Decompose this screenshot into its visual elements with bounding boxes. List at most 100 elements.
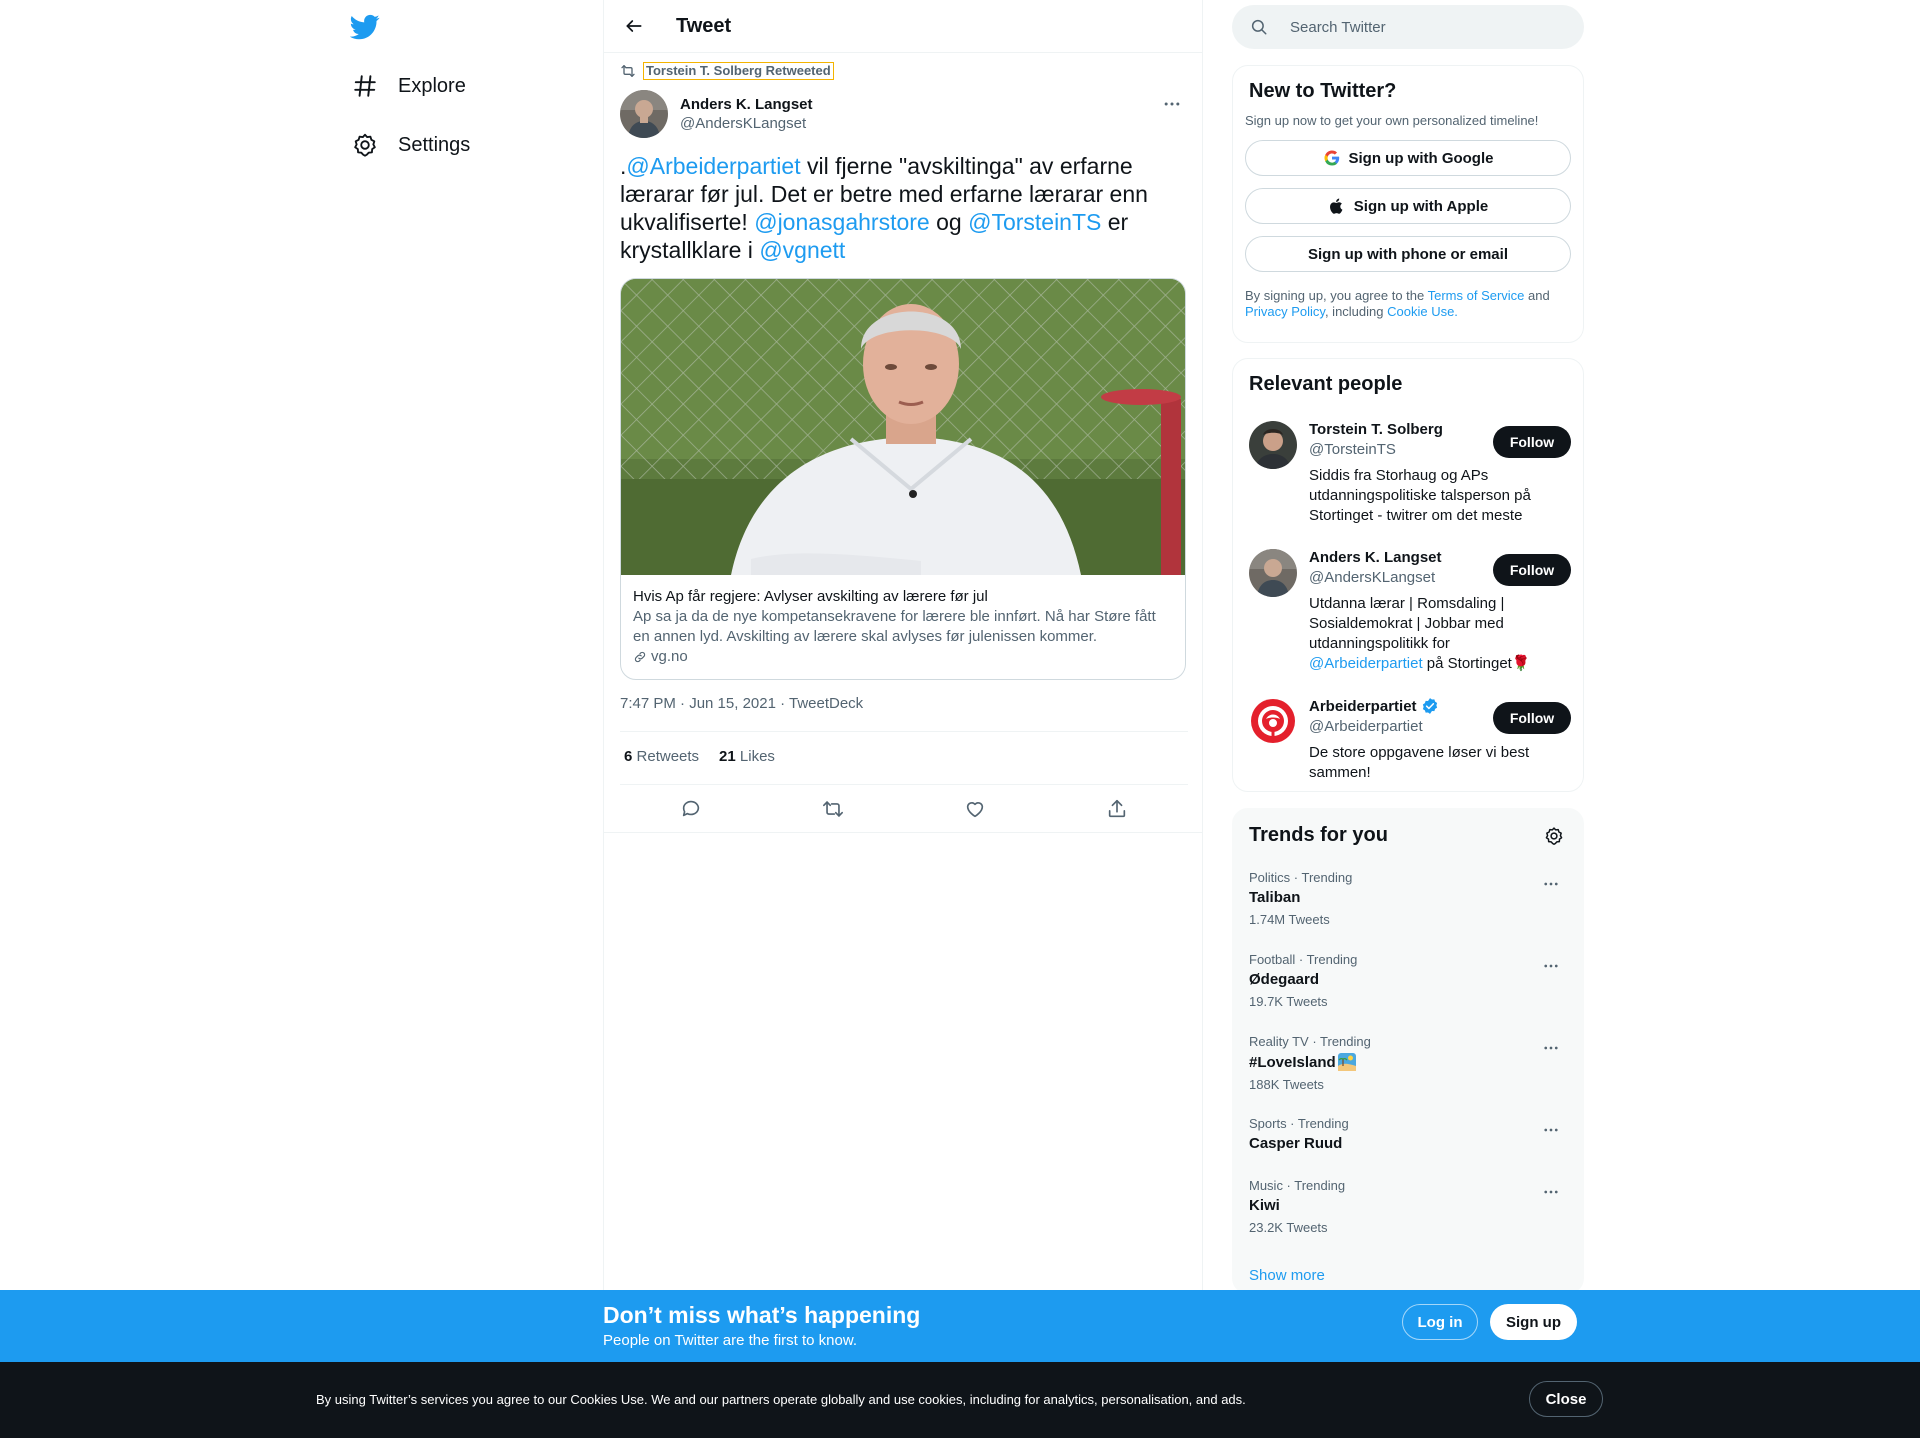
trend-name: Ødegaard (1249, 971, 1320, 988)
trends-panel: Trends for you Politics · Trending Talib… (1232, 808, 1584, 1294)
login-button[interactable]: Log in (1402, 1304, 1478, 1340)
trend-more-button[interactable] (1539, 874, 1563, 894)
share-button[interactable] (1100, 792, 1134, 826)
search-input[interactable]: Search Twitter (1232, 5, 1584, 49)
signup-phone-button[interactable]: Sign up with phone or email (1245, 236, 1571, 272)
tweet-text-segment: og (929, 209, 969, 235)
avatar[interactable] (620, 90, 668, 138)
person-bio: Utdanna lærar | Romsdaling | Sosialdemok… (1309, 594, 1541, 674)
search-icon (1250, 18, 1268, 36)
trend-item[interactable]: Politics · Trending Taliban 1.74M Tweets (1249, 870, 1569, 927)
page-header: Tweet (604, 0, 1202, 53)
more-horizontal-icon (1162, 94, 1182, 114)
trend-count: 188K Tweets (1249, 1077, 1324, 1092)
mention-link[interactable]: @TorsteinTS (968, 209, 1101, 235)
divider (620, 731, 1188, 732)
trend-meta: Football · Trending (1249, 952, 1358, 967)
terms-link[interactable]: Terms of Service (1428, 288, 1525, 303)
apple-icon (1328, 197, 1346, 215)
signup-google-label: Sign up with Google (1348, 149, 1494, 167)
author-name[interactable]: Anders K. Langset (680, 96, 813, 113)
cookie-link[interactable]: Cookie Use. (1387, 304, 1458, 319)
likes-stat[interactable]: 21 Likes (719, 748, 775, 765)
cookie-banner: By using Twitter’s services you agree to… (0, 1362, 1920, 1438)
hashtag-icon (352, 73, 378, 99)
tweet-timestamp[interactable]: 7:47 PM · Jun 15, 2021 · TweetDeck (620, 695, 863, 712)
google-icon (1323, 149, 1341, 167)
card-title: Hvis Ap får regjere: Avlyser avskilting … (633, 588, 988, 605)
left-navigation: Explore Settings (340, 0, 604, 1290)
tweet-text: .@Arbeiderpartiet vil fjerne "avskilting… (620, 152, 1180, 264)
show-more-link[interactable]: Show more (1249, 1267, 1325, 1284)
trend-item[interactable]: Sports · Trending Casper Ruud (1249, 1116, 1569, 1152)
nav-settings-label: Settings (398, 133, 471, 156)
card-domain-text: vg.no (651, 648, 688, 665)
page-title: Tweet (676, 14, 732, 37)
tweet-more-button[interactable] (1158, 92, 1186, 116)
verified-badge-icon (1421, 697, 1439, 715)
more-horizontal-icon (1542, 1121, 1560, 1139)
more-horizontal-icon (1542, 875, 1560, 893)
signup-title: New to Twitter? (1249, 80, 1397, 102)
mention-link[interactable]: @Arbeiderpartiet (626, 153, 800, 179)
trend-more-button[interactable] (1539, 1120, 1563, 1140)
arrow-left-icon (624, 16, 644, 36)
link-icon (633, 650, 647, 664)
trend-name: Taliban (1249, 889, 1301, 906)
share-icon (1106, 798, 1128, 820)
author-handle[interactable]: @AndersKLangset (680, 115, 813, 132)
gear-icon (352, 132, 378, 158)
trend-meta: Music · Trending (1249, 1178, 1346, 1193)
retweet-context: Torstein T. Solberg Retweeted (620, 62, 834, 80)
retweets-stat[interactable]: 6 Retweets (624, 748, 699, 765)
link-preview-card[interactable]: Hvis Ap får regjere: Avlyser avskilting … (620, 278, 1186, 680)
person-bio: Siddis fra Storhaug og APs utdanningspol… (1309, 467, 1531, 524)
privacy-link[interactable]: Privacy Policy (1245, 304, 1325, 319)
trend-more-button[interactable] (1539, 1182, 1563, 1202)
follow-button[interactable]: Follow (1493, 702, 1571, 734)
trends-settings-button[interactable] (1541, 823, 1567, 849)
follow-button[interactable]: Follow (1493, 426, 1571, 458)
tweet-author[interactable]: Anders K. Langset @AndersKLangset (620, 90, 813, 138)
legal-text: and (1524, 288, 1550, 303)
avatar[interactable] (1249, 697, 1297, 745)
nav-explore[interactable]: Explore (352, 66, 466, 106)
signup-apple-button[interactable]: Sign up with Apple (1245, 188, 1571, 224)
like-button[interactable] (958, 792, 992, 826)
nav-settings[interactable]: Settings (352, 125, 470, 165)
trend-more-button[interactable] (1539, 956, 1563, 976)
person-bio: De store oppgavene løser vi best sammen! (1309, 744, 1530, 781)
promo-title: Don’t miss what’s happening (603, 1302, 921, 1328)
retweet-icon (620, 63, 636, 79)
avatar[interactable] (1249, 421, 1297, 469)
reply-button[interactable] (674, 792, 708, 826)
retweet-button[interactable] (816, 792, 850, 826)
trend-name: #LoveIsland (1249, 1053, 1569, 1071)
tweet-actions (620, 790, 1188, 828)
retweeted-by-link[interactable]: Torstein T. Solberg Retweeted (643, 62, 834, 80)
trend-item[interactable]: Reality TV · Trending #LoveIsland 188K T… (1249, 1034, 1569, 1092)
trend-more-button[interactable] (1539, 1038, 1563, 1058)
legal-text: By signing up, you agree to the (1245, 288, 1428, 303)
main-column: Tweet Torstein T. Solberg Retweeted Ande… (603, 0, 1203, 1290)
trend-name: Kiwi (1249, 1197, 1280, 1214)
cookie-close-button[interactable]: Close (1529, 1381, 1603, 1417)
reply-icon (680, 798, 702, 820)
trend-item[interactable]: Music · Trending Kiwi 23.2K Tweets (1249, 1178, 1569, 1235)
follow-button[interactable]: Follow (1493, 554, 1571, 586)
trend-item[interactable]: Football · Trending Ødegaard 19.7K Tweet… (1249, 952, 1569, 1009)
card-domain: vg.no (633, 647, 1173, 667)
signup-google-button[interactable]: Sign up with Google (1245, 140, 1571, 176)
twitter-bird-icon[interactable] (350, 12, 380, 42)
mention-link[interactable]: @jonasgahrstore (754, 209, 930, 235)
mention-link[interactable]: @vgnett (759, 237, 845, 263)
promo-subtitle: People on Twitter are the first to know. (603, 1332, 858, 1349)
trend-name-text: #LoveIsland (1249, 1053, 1336, 1071)
signup-button[interactable]: Sign up (1490, 1304, 1577, 1340)
trend-meta: Politics · Trending (1249, 870, 1353, 885)
back-button[interactable] (616, 8, 652, 44)
card-description: Ap sa ja da de nye kompetansekravene for… (633, 608, 1156, 645)
trend-count: 23.2K Tweets (1249, 1220, 1328, 1235)
mention-link[interactable]: @Arbeiderpartiet (1309, 655, 1423, 672)
avatar[interactable] (1249, 549, 1297, 597)
